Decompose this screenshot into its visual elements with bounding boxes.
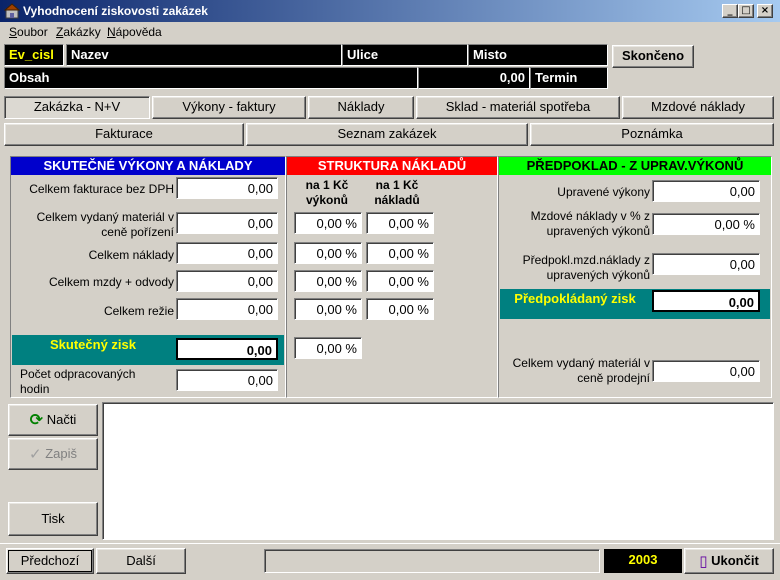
notes-area[interactable] (102, 402, 774, 540)
pct-vykonu-4[interactable]: 0,00 % (294, 298, 362, 320)
pct-vykonu-2[interactable]: 0,00 % (294, 242, 362, 264)
label-predpokl-mzd: Předpokl.mzd.náklady z upravených výkonů (522, 253, 650, 282)
tab-naklady[interactable]: Náklady (308, 96, 414, 119)
tisk-button[interactable]: Tisk (8, 502, 98, 536)
title-bar: Vyhodnocení ziskovosti zakázek _ □ × (0, 0, 780, 22)
tab-zakazka-nv[interactable]: Zakázka - N+V (4, 96, 150, 119)
skonceno-button[interactable]: Skončeno (612, 45, 694, 68)
middle-panel-title: STRUKTURA NÁKLADŮ (287, 157, 497, 175)
value-celkem-naklady[interactable]: 0,00 (176, 242, 278, 264)
right-panel-title: PŘEDPOKLAD - Z UPRAV.VÝKONŮ (499, 157, 771, 175)
tab-poznamka[interactable]: Poznámka (530, 123, 774, 146)
label-material-prodejni: Celkem vydaný materiál v ceně prodejní (512, 356, 650, 385)
dalsi-button[interactable]: Další (96, 548, 186, 574)
year-indicator: 2003 (604, 549, 682, 573)
ev-cisl-field[interactable]: Ev_cisl (4, 44, 64, 66)
nazev-field[interactable]: Nazev (66, 44, 342, 66)
misto-field[interactable]: Misto (468, 44, 608, 66)
tab-fakturace[interactable]: Fakturace (4, 123, 244, 146)
checkmark-icon: ✓ (29, 446, 42, 464)
label-vydany-material: Celkem vydaný materiál v ceně pořízení (36, 210, 174, 239)
close-button[interactable]: × (757, 4, 773, 18)
pct-nakladu-4[interactable]: 0,00 % (366, 298, 434, 320)
obsah-field[interactable]: Obsah (4, 67, 418, 89)
value-upravene-vykony[interactable]: 0,00 (652, 180, 760, 202)
ulice-field[interactable]: Ulice (342, 44, 468, 66)
minimize-button[interactable]: _ (722, 4, 738, 18)
pct-vykonu-1[interactable]: 0,00 % (294, 212, 362, 234)
status-field (264, 549, 600, 573)
pct-zisk[interactable]: 0,00 % (294, 337, 362, 359)
col-na-1-kc-vykonu: na 1 Kč výkonů (305, 178, 349, 207)
app-icon (4, 3, 20, 19)
tab-seznam-zakazek[interactable]: Seznam zakázek (246, 123, 528, 146)
label-mzdove-naklady-pct: Mzdové náklady v % z upravených výkonů (530, 209, 650, 238)
label-pocet-hodin: Počet odpracovaných hodin (20, 367, 136, 396)
value-celkem-fakturace[interactable]: 0,00 (176, 177, 278, 199)
menu-napoveda[interactable]: Nápověda (107, 25, 162, 39)
label-celkem-fakturace: Celkem fakturace bez DPH (29, 182, 174, 196)
pct-vykonu-3[interactable]: 0,00 % (294, 270, 362, 292)
label-skutecny-zisk: Skutečný zisk (50, 337, 136, 352)
window-title: Vyhodnocení ziskovosti zakázek (23, 4, 208, 18)
exit-door-icon: ▯ (699, 553, 708, 571)
value-mzdove-naklady-pct[interactable]: 0,00 % (652, 213, 760, 235)
label-mzdy-odvody: Celkem mzdy + odvody (48, 275, 174, 289)
ukoncit-button[interactable]: ▯ Ukončit (684, 548, 774, 574)
nacti-button[interactable]: ⟳ Načti (8, 404, 98, 436)
menu-soubor[interactable]: Soubor (9, 25, 48, 39)
value-skutecny-zisk[interactable]: 0,00 (176, 338, 278, 360)
pct-nakladu-2[interactable]: 0,00 % (366, 242, 434, 264)
menu-zakazky[interactable]: Zakázky (56, 25, 101, 39)
zapis-button[interactable]: ✓ Zapiš (8, 438, 98, 470)
pct-nakladu-3[interactable]: 0,00 % (366, 270, 434, 292)
value-pocet-hodin[interactable]: 0,00 (176, 369, 278, 391)
menu-bar: Soubor Zakázky Nápověda (0, 22, 780, 42)
value-celkem-rezie[interactable]: 0,00 (176, 298, 278, 320)
predchozi-button[interactable]: Předchozí (6, 548, 94, 574)
value-predpokl-mzd[interactable]: 0,00 (652, 253, 760, 275)
value-mzdy-odvody[interactable]: 0,00 (176, 270, 278, 292)
value-vydany-material[interactable]: 0,00 (176, 212, 278, 234)
tab-sklad[interactable]: Sklad - materiál spotřeba (416, 96, 620, 119)
label-upravene-vykony: Upravené výkony (557, 185, 650, 199)
col-na-1-kc-nakladu: na 1 Kč nákladů (374, 178, 420, 207)
tab-mzdove-naklady[interactable]: Mzdové náklady (622, 96, 774, 119)
label-predpokladany-zisk: Předpokládaný zisk (514, 291, 636, 306)
label-celkem-naklady: Celkem náklady (88, 248, 174, 262)
refresh-icon: ⟳ (29, 412, 44, 430)
value-predpokladany-zisk[interactable]: 0,00 (652, 290, 760, 312)
pct-nakladu-1[interactable]: 0,00 % (366, 212, 434, 234)
amount-field[interactable]: 0,00 (418, 67, 530, 89)
left-panel-title: SKUTEČNÉ VÝKONY A NÁKLADY (11, 157, 285, 175)
maximize-button[interactable]: □ (738, 4, 754, 18)
termin-field[interactable]: Termin (530, 67, 608, 89)
label-celkem-rezie: Celkem režie (103, 304, 174, 318)
value-material-prodejni[interactable]: 0,00 (652, 360, 760, 382)
tab-vykony-faktury[interactable]: Výkony - faktury (152, 96, 306, 119)
